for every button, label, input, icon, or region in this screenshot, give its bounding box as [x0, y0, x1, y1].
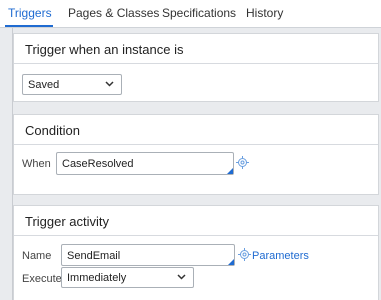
execute-label: Execute	[22, 273, 62, 285]
condition-section: Condition When CaseResolved	[13, 114, 379, 195]
parameters-link[interactable]: Parameters	[252, 250, 309, 262]
tab-pages-classes[interactable]: Pages & Classes	[68, 6, 159, 20]
tab-triggers[interactable]: Triggers	[8, 6, 52, 20]
activity-section-title: Trigger activity	[25, 214, 110, 229]
active-tab-indicator	[5, 25, 53, 27]
trigger-section: Trigger when an instance is Saved	[13, 33, 379, 102]
tab-bar: Triggers Pages & Classes Specifications …	[0, 0, 381, 28]
activity-section: Trigger activity Name SendEmail Paramete…	[13, 205, 379, 300]
tab-specifications[interactable]: Specifications	[162, 6, 236, 20]
trigger-section-header: Trigger when an instance is	[14, 34, 378, 64]
chevron-down-icon	[105, 81, 114, 87]
trigger-event-value: Saved	[28, 79, 60, 91]
activity-name-value: SendEmail	[67, 250, 121, 262]
trigger-section-title: Trigger when an instance is	[25, 42, 184, 57]
execute-select[interactable]: Immediately	[61, 267, 194, 288]
execute-value: Immediately	[67, 272, 127, 284]
activity-section-header: Trigger activity	[14, 206, 378, 236]
target-icon[interactable]	[236, 156, 249, 169]
autocomplete-corner-icon	[228, 259, 234, 265]
trigger-event-select[interactable]: Saved	[22, 74, 122, 95]
target-icon[interactable]	[238, 248, 251, 261]
condition-section-header: Condition	[14, 115, 378, 145]
tab-history[interactable]: History	[246, 6, 283, 20]
condition-section-title: Condition	[25, 123, 80, 138]
when-label: When	[22, 158, 51, 170]
autocomplete-corner-icon	[227, 168, 233, 174]
when-value: CaseResolved	[62, 158, 134, 170]
name-label: Name	[22, 250, 52, 262]
activity-name-input[interactable]: SendEmail	[61, 244, 235, 266]
when-input[interactable]: CaseResolved	[56, 152, 234, 175]
chevron-down-icon	[177, 274, 186, 280]
